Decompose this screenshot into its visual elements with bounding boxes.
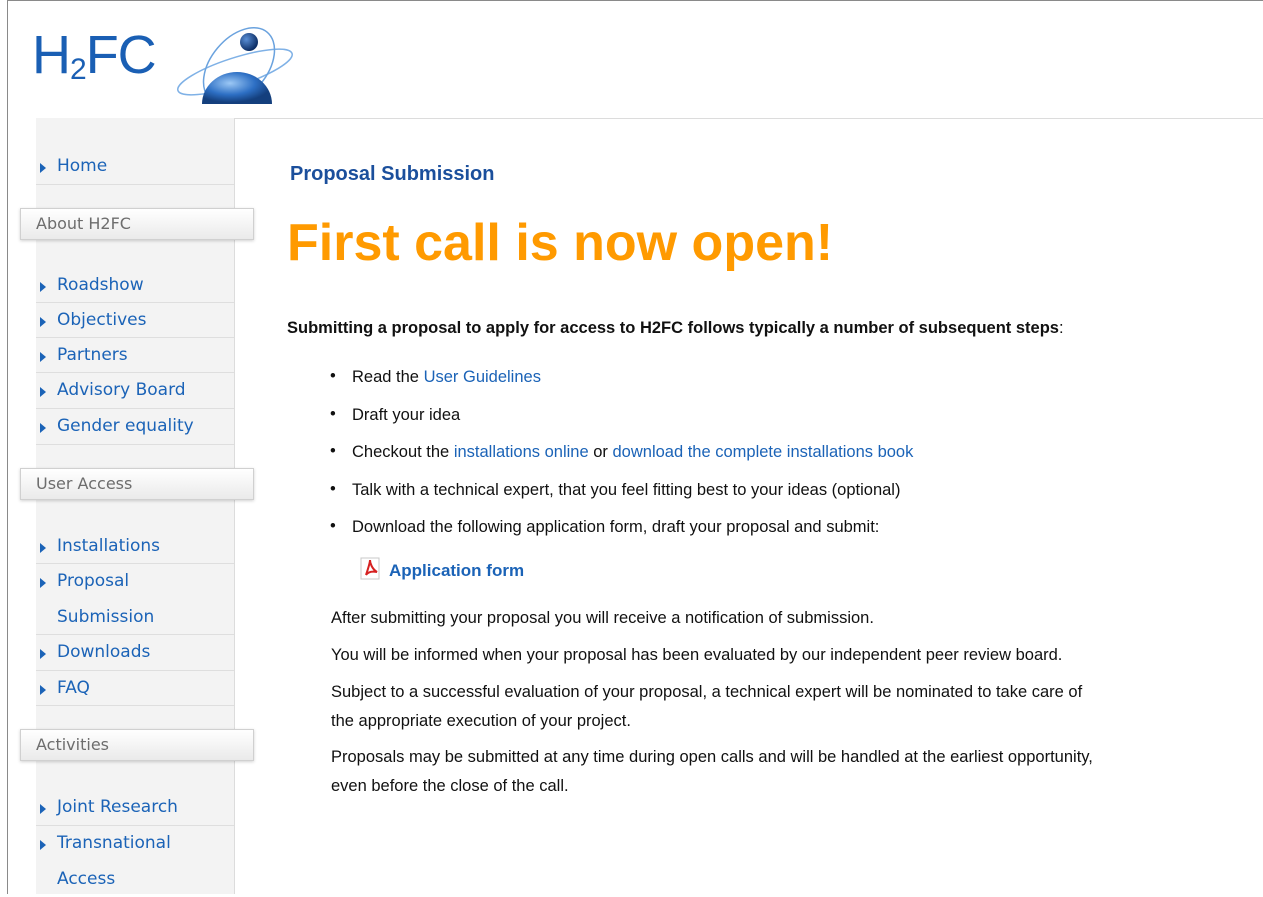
arrow-right-icon	[40, 282, 46, 292]
sidebar-item-transnational-access[interactable]: Transnational Access	[36, 826, 234, 897]
sidebar-item-label: Home	[57, 156, 108, 176]
bullet: •	[330, 442, 336, 460]
window-frame-top	[7, 0, 1263, 1]
user-guidelines-link[interactable]: User Guidelines	[424, 368, 541, 386]
bullet: •	[330, 367, 336, 385]
arrow-right-icon	[40, 804, 46, 814]
bullet: •	[330, 405, 336, 423]
paragraph: You will be informed when your proposal …	[331, 646, 1063, 664]
sidebar-item-label: FAQ	[57, 678, 90, 698]
sidebar-item-roadshow[interactable]: Roadshow	[36, 268, 234, 303]
arrow-right-icon	[40, 352, 46, 362]
pdf-icon	[360, 557, 380, 580]
arrow-right-icon	[40, 840, 46, 850]
window-frame-left	[7, 0, 8, 894]
atom-logo-icon	[177, 27, 293, 104]
sidebar-item-partners[interactable]: Partners	[36, 338, 234, 373]
logo-text: H2FC	[32, 25, 157, 86]
sidebar-item-faq[interactable]: FAQ	[36, 671, 234, 706]
sidebar-item-label: Transnational	[57, 833, 171, 853]
sidebar-item-label: Partners	[57, 345, 128, 365]
bullet: •	[330, 480, 336, 498]
sidebar-item-label: Proposal	[57, 571, 130, 591]
paragraph: the appropriate execution of your projec…	[331, 712, 631, 730]
sidebar-item-installations[interactable]: Installations	[36, 529, 234, 564]
sidebar-item-label: Installations	[57, 536, 161, 556]
sidebar-item-joint-research[interactable]: Joint Research	[36, 790, 234, 826]
application-form-link[interactable]: Application form	[389, 561, 524, 581]
sidebar-item-label: Downloads	[57, 642, 151, 662]
paragraph: Subject to a successful evaluation of yo…	[331, 683, 1083, 701]
arrow-right-icon	[40, 163, 46, 173]
sidebar-item-label: Advisory Board	[57, 380, 186, 400]
headline: First call is now open!	[287, 214, 834, 272]
sidebar-item-advisory-board[interactable]: Advisory Board	[36, 373, 234, 409]
sidebar-item-gender-equality[interactable]: Gender equality	[36, 409, 234, 445]
sidebar-item-home[interactable]: Home	[36, 149, 234, 185]
sidebar-item-label: Objectives	[57, 310, 147, 330]
sidebar-item-proposal-submission[interactable]: Proposal Submission	[36, 564, 234, 635]
sidebar-item-downloads[interactable]: Downloads	[36, 635, 234, 671]
arrow-right-icon	[40, 685, 46, 695]
sidebar-item-label: Joint Research	[57, 797, 178, 817]
sidebar-section-user-access: User Access	[20, 468, 254, 500]
intro-text: Submitting a proposal to apply for acces…	[287, 319, 1064, 337]
page-title: Proposal Submission	[290, 163, 495, 185]
sidebar-section-about: About H2FC	[20, 208, 254, 240]
arrow-right-icon	[40, 317, 46, 327]
site-logo[interactable]: H2FC	[32, 14, 362, 104]
arrow-right-icon	[40, 387, 46, 397]
arrow-right-icon	[40, 649, 46, 659]
sidebar-item-label: Submission	[57, 607, 155, 627]
sidebar-item-label: Gender equality	[57, 416, 194, 436]
paragraph: After submitting your proposal you will …	[331, 609, 874, 627]
sidebar-section-activities: Activities	[20, 729, 254, 761]
sidebar-item-label: Roadshow	[57, 275, 144, 295]
arrow-right-icon	[40, 578, 46, 588]
sidebar-item-objectives[interactable]: Objectives	[36, 303, 234, 338]
download-installations-book-link[interactable]: download the complete installations book	[613, 443, 914, 461]
arrow-right-icon	[40, 543, 46, 553]
arrow-right-icon	[40, 423, 46, 433]
paragraph: Proposals may be submitted at any time d…	[331, 748, 1093, 766]
installations-online-link[interactable]: installations online	[454, 443, 589, 461]
bullet: •	[330, 517, 336, 535]
sidebar-item-label: Access	[57, 869, 116, 889]
paragraph: even before the close of the call.	[331, 777, 569, 795]
content-top-rule	[234, 118, 1263, 119]
